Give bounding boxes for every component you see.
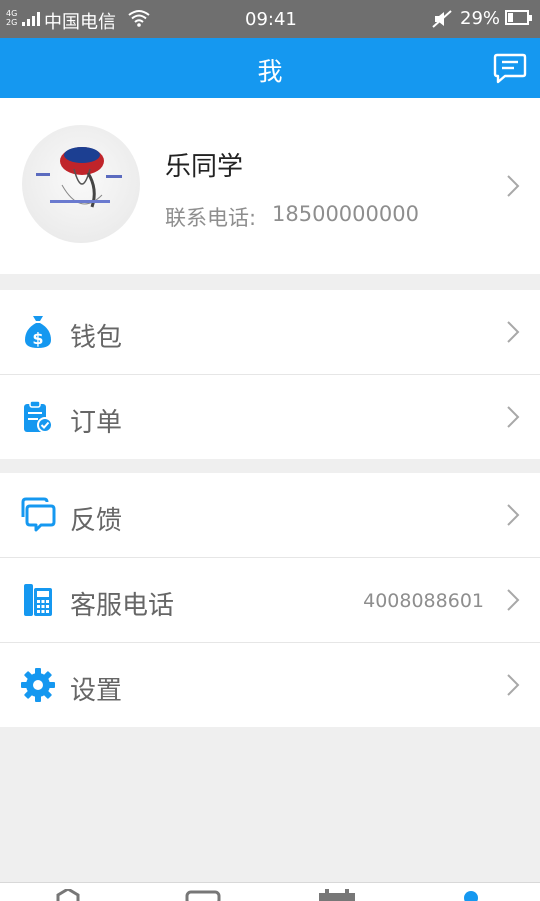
clock: 09:41 [245,9,297,30]
chevron-right-icon [507,406,520,428]
avatar[interactable] [22,125,140,243]
battery-icon [505,10,532,25]
status-bar: 4G 2G 中国电信 09:41 29% [0,0,540,38]
menu-item-orders[interactable]: 订单 [0,375,540,459]
wallet-icon: $ [25,316,51,348]
menu-item-label: 钱包 [70,323,123,353]
phone-label: 联系电话: [165,206,257,230]
user-phone: 18500000000 [272,202,419,226]
battery-level [508,13,513,22]
menu-item-feedback[interactable]: 反馈 [0,473,540,558]
chevron-right-icon [507,674,520,696]
battery-percent: 29% [460,8,501,29]
chevron-right-icon [507,504,520,526]
app-header: 我 [0,38,540,98]
avatar-image [36,147,122,208]
calendar-tab-icon[interactable] [317,889,357,901]
chevron-right-icon [507,175,520,197]
phone-icon [24,584,52,616]
chevron-right-icon [507,589,520,611]
user-name: 乐同学 [165,152,244,182]
menu-item-customer-service[interactable]: 客服电话 4008088601 [0,558,540,643]
hotline-number: 4008088601 [363,590,484,612]
settings-icon [21,668,55,702]
menu-group-support: 反馈 客服电话 4008088601 设置 [0,473,540,727]
menu-item-wallet[interactable]: $ 钱包 [0,290,540,375]
message-icon[interactable] [493,52,527,84]
menu-item-label: 设置 [70,676,123,706]
profile-card[interactable]: 乐同学 联系电话: 18500000000 [0,98,540,274]
network-type: 4G 2G [6,9,18,27]
page-title: 我 [257,57,283,86]
menu-item-label: 订单 [70,408,123,438]
wifi-icon [128,10,150,27]
signal-icon [22,12,40,26]
menu-item-settings[interactable]: 设置 [0,643,540,727]
mute-icon [432,10,452,28]
carrier-name: 中国电信 [44,12,116,33]
menu-group-account: $ 钱包 订单 [0,290,540,459]
cards-tab-icon[interactable] [185,889,221,901]
chevron-right-icon [507,321,520,343]
profile-tab-icon[interactable] [462,889,480,901]
menu-item-label: 客服电话 [70,591,175,621]
home-tab-icon[interactable] [55,889,81,901]
order-icon [24,400,53,433]
bottom-tab-bar [0,882,540,901]
svg-text:$: $ [32,329,43,348]
menu-item-label: 反馈 [70,506,123,536]
feedback-icon [21,497,56,532]
